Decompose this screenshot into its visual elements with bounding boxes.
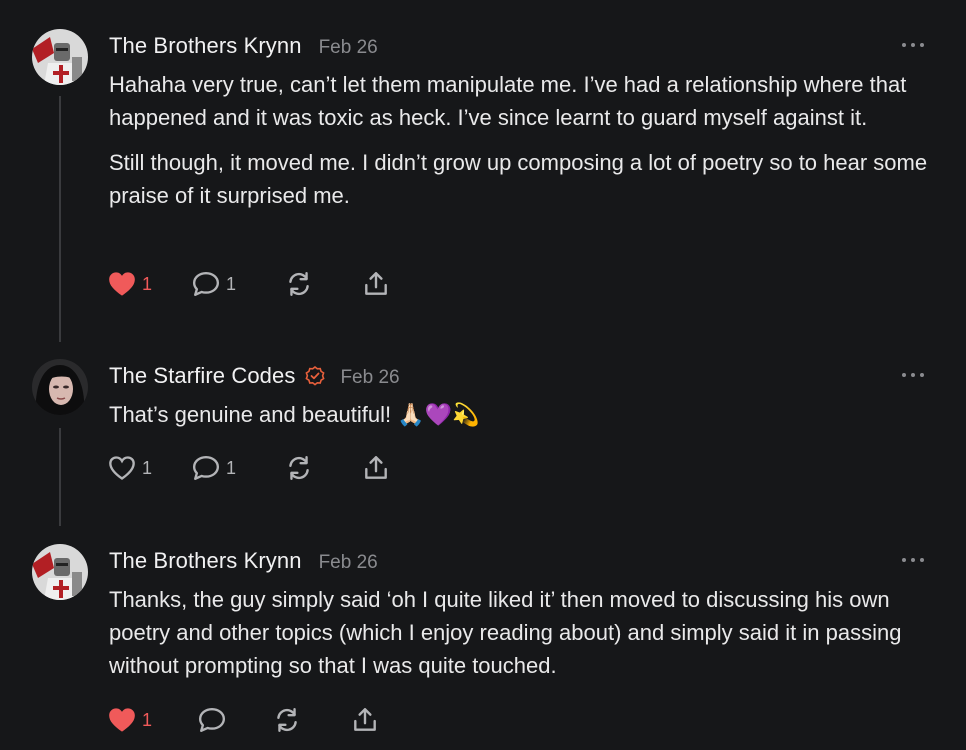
comment-date[interactable]: Feb 26	[319, 37, 378, 59]
comment-date[interactable]: Feb 26	[319, 552, 378, 574]
avatar[interactable]	[32, 544, 88, 600]
verified-icon	[305, 366, 326, 386]
comment-body: Thanks, the guy simply said ‘oh I quite …	[109, 583, 939, 694]
comment-paragraph: That’s genuine and beautiful! 🙏🏻💜💫	[109, 402, 480, 427]
share-icon	[354, 708, 376, 731]
like-button[interactable]: 1	[108, 705, 152, 735]
reply-button[interactable]: 1	[192, 453, 236, 483]
restack-icon	[277, 708, 297, 732]
restack-icon	[289, 456, 309, 480]
author-name[interactable]: The Brothers Krynn	[109, 33, 302, 59]
share-icon	[365, 272, 387, 295]
comment-body: That’s genuine and beautiful! 🙏🏻💜💫	[109, 398, 939, 443]
more-icon[interactable]	[902, 555, 924, 565]
comment-paragraph: Still though, it moved me. I didn’t grow…	[109, 150, 928, 208]
reply-count: 1	[226, 457, 237, 478]
more-icon[interactable]	[902, 40, 924, 50]
comment-header: The Brothers Krynn Feb 26	[109, 548, 378, 574]
share-button[interactable]	[362, 453, 390, 483]
avatar[interactable]	[32, 359, 88, 415]
comment-paragraph: Thanks, the guy simply said ‘oh I quite …	[109, 587, 902, 678]
author-name[interactable]: The Brothers Krynn	[109, 548, 302, 574]
comment-header: The Brothers Krynn Feb 26	[109, 33, 378, 59]
heart-icon	[109, 708, 135, 732]
like-button[interactable]: 1	[108, 453, 152, 483]
comment-header: The Starfire Codes Feb 26	[109, 363, 400, 389]
author-name[interactable]: The Starfire Codes	[109, 363, 295, 389]
thread-line	[59, 428, 61, 526]
like-button[interactable]: 1	[108, 269, 152, 299]
comment-icon	[192, 456, 220, 480]
more-icon[interactable]	[902, 370, 924, 380]
share-icon	[365, 456, 387, 479]
comment-icon	[198, 708, 226, 732]
like-count: 1	[142, 709, 153, 730]
restack-icon	[289, 272, 309, 296]
share-button[interactable]	[351, 705, 379, 735]
restack-button[interactable]	[285, 269, 313, 299]
thread-line	[59, 96, 61, 342]
comment-paragraph: Hahaha very true, can’t let them manipul…	[109, 72, 907, 130]
like-count: 1	[142, 273, 153, 294]
reply-button[interactable]: 1	[192, 269, 236, 299]
heart-icon	[109, 456, 135, 480]
reply-button[interactable]	[198, 705, 232, 735]
heart-icon	[109, 272, 135, 296]
comment-body: Hahaha very true, can’t let them manipul…	[109, 68, 939, 224]
restack-button[interactable]	[273, 705, 301, 735]
comment-icon	[192, 272, 220, 296]
comment-date[interactable]: Feb 26	[340, 367, 399, 389]
restack-button[interactable]	[285, 453, 313, 483]
like-count: 1	[142, 457, 153, 478]
share-button[interactable]	[362, 269, 390, 299]
reply-count: 1	[226, 273, 237, 294]
avatar[interactable]	[32, 29, 88, 85]
